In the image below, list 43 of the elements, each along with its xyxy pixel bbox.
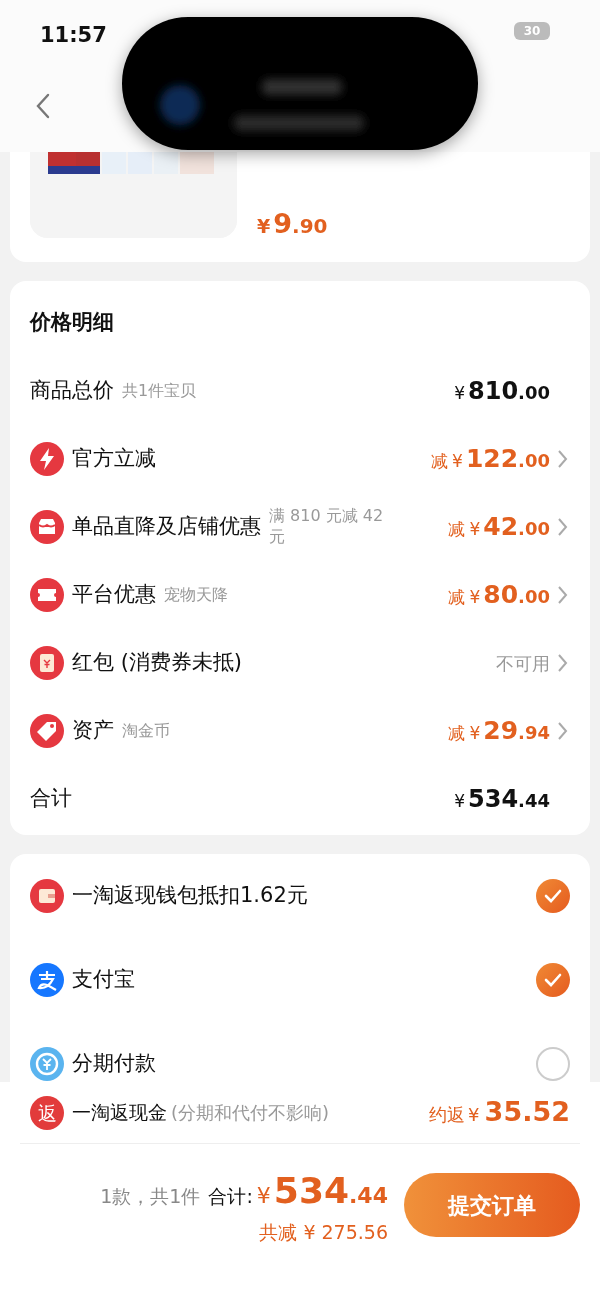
amount-value: 减 ¥122.00 bbox=[431, 443, 550, 476]
row-note: 宠物天降 bbox=[164, 584, 228, 606]
ticket-icon bbox=[30, 578, 64, 612]
payment-option[interactable]: 一淘返现钱包抵扣1.62元 bbox=[72, 883, 308, 909]
row-label: 商品总价 bbox=[30, 377, 114, 405]
row-label: 官方立减 bbox=[72, 445, 156, 473]
amount-value: ¥810.00 bbox=[454, 376, 550, 407]
cashback-amount: 约返 ¥ 35.52 bbox=[429, 1095, 570, 1130]
lightning-icon bbox=[30, 442, 64, 476]
total-amount: ¥534.44 bbox=[256, 1169, 388, 1213]
row-label: 红包 (消费券未抵) bbox=[72, 649, 243, 677]
section-title: 价格明细 bbox=[30, 309, 114, 337]
cashback-note: (分期和代付不影响) bbox=[171, 1101, 330, 1125]
item-count: 1款，共1件 bbox=[100, 1184, 201, 1209]
tag-icon bbox=[30, 714, 64, 748]
total-label: 合计: bbox=[208, 1184, 253, 1209]
row-label: 平台优惠 bbox=[72, 581, 156, 609]
item-price: ¥9.90 bbox=[257, 207, 328, 241]
payment-option[interactable]: 分期付款 bbox=[72, 1051, 156, 1077]
alipay-icon bbox=[30, 963, 64, 997]
cashback-badge: 返 bbox=[30, 1095, 64, 1130]
row-label: 合计 bbox=[30, 785, 72, 813]
row-label: 单品直降及店铺优惠 bbox=[72, 513, 261, 541]
shop-icon bbox=[30, 510, 64, 544]
cashback-label: 一淘返现金 bbox=[72, 1100, 167, 1126]
row-label: 资产 bbox=[72, 717, 114, 745]
radio-check[interactable] bbox=[536, 879, 570, 913]
amount-value: 减 ¥80.00 bbox=[448, 579, 550, 612]
amount-value: 减 ¥42.00 bbox=[448, 511, 550, 544]
row-note: 满 810 元减 42 元 bbox=[269, 506, 385, 548]
savings-text: 共减 ¥ 275.56 bbox=[259, 1220, 388, 1245]
payment-option[interactable]: 支付宝 bbox=[72, 967, 135, 993]
status-text: 不可用 bbox=[496, 651, 550, 676]
amount-value: ¥534.44 bbox=[454, 784, 550, 815]
back-icon[interactable] bbox=[36, 93, 50, 119]
wallet-icon bbox=[30, 879, 64, 913]
row-note: 淘金币 bbox=[122, 720, 170, 742]
envelope-icon bbox=[30, 646, 64, 680]
row-note: 共1件宝贝 bbox=[122, 380, 197, 402]
radio-check[interactable] bbox=[536, 963, 570, 997]
status-time: 11:57 bbox=[40, 22, 107, 49]
amount-value: 减 ¥29.94 bbox=[448, 715, 550, 748]
battery-indicator: 30 bbox=[514, 22, 550, 40]
